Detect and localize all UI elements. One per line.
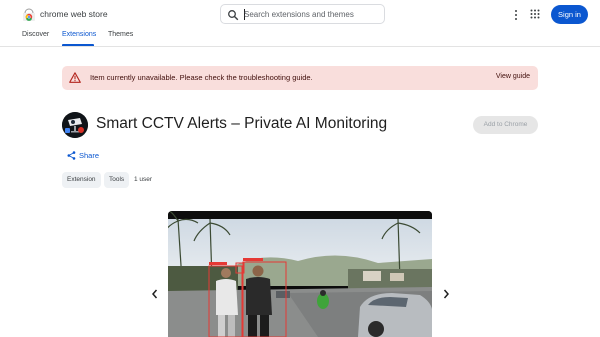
cctv-camera-icon (62, 112, 88, 138)
tab-discover[interactable]: Discover (22, 31, 49, 38)
brand-name[interactable]: chrome web store (40, 9, 108, 19)
tab-themes[interactable]: Themes (108, 31, 133, 38)
search-icon (228, 10, 239, 21)
chip-extension[interactable]: Extension (62, 172, 101, 188)
chevron-left-icon[interactable] (150, 288, 160, 300)
unavailable-alert: Item currently unavailable. Please check… (62, 66, 538, 90)
chip-tools[interactable]: Tools (104, 172, 130, 188)
sign-in-button[interactable]: Sign in (551, 5, 588, 24)
user-count: 1 user (134, 176, 153, 183)
add-to-chrome-button[interactable]: Add to Chrome (473, 116, 538, 134)
top-header: chrome web store Search extensions and t… (0, 0, 600, 30)
cctv-street-scene-image (168, 211, 432, 337)
alert-message: Item currently unavailable. Please check… (90, 73, 313, 82)
tab-extensions[interactable]: Extensions (62, 31, 96, 38)
google-apps-icon[interactable] (530, 9, 540, 19)
more-options-icon[interactable] (512, 9, 520, 21)
warning-icon (69, 72, 81, 83)
chrome-web-store-logo-icon[interactable] (22, 8, 36, 22)
share-label: Share (79, 151, 100, 160)
search-box[interactable]: Search extensions and themes (220, 4, 385, 24)
view-guide-link[interactable]: View guide (496, 73, 530, 80)
chevron-right-icon[interactable] (441, 288, 451, 300)
screenshot-carousel-image (168, 211, 432, 337)
search-input[interactable]: Search extensions and themes (244, 10, 354, 19)
extension-logo (62, 112, 88, 138)
extension-title: Smart CCTV Alerts – Private AI Monitorin… (96, 115, 388, 132)
share-icon (67, 151, 76, 160)
header-divider (0, 46, 600, 47)
